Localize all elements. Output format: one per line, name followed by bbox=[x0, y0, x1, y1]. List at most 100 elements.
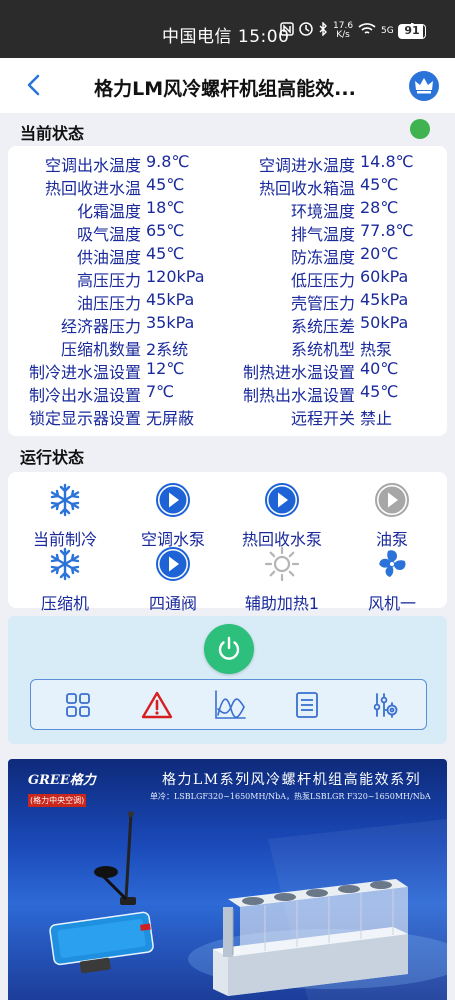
status-label: 系统机型 bbox=[290, 340, 355, 359]
page-title: 格力LM风冷螺杆机组高能效... bbox=[94, 78, 356, 100]
bluetooth-icon bbox=[318, 21, 328, 40]
status-value: 20℃ bbox=[360, 244, 399, 263]
status-label: 经济器压力 bbox=[60, 317, 141, 336]
alert-icon[interactable] bbox=[141, 690, 173, 720]
fan-icon bbox=[379, 550, 406, 577]
crown-icon bbox=[415, 78, 433, 94]
status-label: 壳管压力 bbox=[290, 294, 355, 313]
status-label: 制冷出水温设置 bbox=[28, 386, 141, 405]
status-value: 28℃ bbox=[360, 198, 399, 217]
status-row: 制冷进水温设置 12℃ 制热进水温设置 40℃ bbox=[8, 359, 447, 382]
status-value: 2系统 bbox=[146, 340, 189, 359]
current-status-title: 当前状态 bbox=[20, 124, 85, 143]
status-label: 高压压力 bbox=[76, 271, 141, 290]
function-toolbar bbox=[30, 679, 427, 730]
status-label: 制冷进水温设置 bbox=[28, 363, 141, 382]
status-label: 制热出水温设置 bbox=[242, 386, 355, 405]
status-label: 热回收水箱温 bbox=[258, 179, 355, 198]
status-value: 9.8℃ bbox=[146, 152, 190, 171]
status-label: 供油温度 bbox=[76, 248, 141, 267]
carrier-time: 中国电信 15:00 bbox=[162, 27, 290, 47]
status-label: 环境温度 bbox=[290, 202, 355, 221]
status-row: 热回收进水温 45℃ 热回收水箱温 45℃ bbox=[8, 175, 447, 198]
status-label: 排气温度 bbox=[290, 225, 355, 244]
current-status-card: 空调出水温度 9.8℃ 空调进水温度 14.8℃ 热回收进水温 45℃ 热回收水… bbox=[8, 146, 447, 436]
snowflake-icon bbox=[50, 547, 80, 581]
status-label: 压缩机数量 bbox=[60, 340, 141, 359]
status-value: 12℃ bbox=[146, 359, 185, 378]
nfc-icon bbox=[280, 22, 294, 40]
status-value: 120kPa bbox=[146, 267, 205, 286]
control-panel bbox=[8, 616, 447, 744]
status-row: 油压压力 45kPa 壳管压力 45kPa bbox=[8, 290, 447, 313]
status-value: 45kPa bbox=[360, 290, 409, 309]
status-row: 经济器压力 35kPa 系统压差 50kPa bbox=[8, 313, 447, 336]
dnd-icon bbox=[299, 22, 313, 40]
status-value: 无屏蔽 bbox=[146, 409, 195, 428]
status-label: 防冻温度 bbox=[290, 248, 355, 267]
play-circle-icon bbox=[375, 483, 409, 517]
play-circle-icon bbox=[156, 483, 190, 517]
status-label: 锁定显示器设置 bbox=[28, 409, 141, 428]
status-value: 45℃ bbox=[146, 244, 185, 263]
status-row: 压缩机数量 2系统 系统机型 热泵 bbox=[8, 336, 447, 359]
status-label: 化霜温度 bbox=[76, 202, 141, 221]
chart-icon[interactable] bbox=[213, 689, 247, 721]
run-item-oil-pump[interactable]: 油泵 bbox=[337, 482, 447, 550]
status-bar: 中国电信 15:00 17.6 K/s 5G 91 bbox=[0, 0, 455, 58]
status-value: 热泵 bbox=[360, 340, 393, 359]
run-item-label: 压缩机 bbox=[40, 594, 89, 613]
run-item-cooling[interactable]: 当前制冷 bbox=[10, 482, 120, 550]
banner-product-image bbox=[49, 811, 447, 1000]
status-label: 空调进水温度 bbox=[258, 156, 355, 175]
status-value: 65℃ bbox=[146, 221, 185, 240]
status-label: 系统压差 bbox=[290, 317, 355, 336]
app-header: 格力LM风冷螺杆机组高能效... bbox=[0, 58, 455, 113]
run-item-label: 辅助加热1 bbox=[244, 594, 320, 613]
run-item-four-way-valve[interactable]: 四通阀 bbox=[118, 546, 228, 614]
run-item-aux-heat[interactable]: 辅助加热1 bbox=[227, 546, 337, 614]
settings-sliders-icon[interactable] bbox=[371, 691, 399, 719]
status-label: 热回收进水温 bbox=[44, 179, 141, 198]
status-value: 18℃ bbox=[146, 198, 185, 217]
status-label: 远程开关 bbox=[290, 409, 355, 428]
power-icon bbox=[218, 636, 240, 660]
network-type: 5G bbox=[381, 25, 394, 36]
status-icons: 17.6 K/s 5G bbox=[280, 21, 415, 40]
status-value: 35kPa bbox=[146, 313, 195, 332]
status-value: 7℃ bbox=[146, 382, 175, 401]
grid-icon[interactable] bbox=[64, 691, 92, 719]
status-value: 50kPa bbox=[360, 313, 409, 332]
run-item-label: 四通阀 bbox=[148, 594, 197, 613]
status-value: 禁止 bbox=[360, 409, 393, 428]
battery-indicator: 91 bbox=[398, 24, 426, 39]
status-value: 45℃ bbox=[360, 175, 399, 194]
power-button[interactable] bbox=[204, 624, 254, 674]
run-item-fan[interactable]: 风机一 bbox=[337, 546, 447, 614]
status-label: 低压压力 bbox=[290, 271, 355, 290]
wifi-icon bbox=[358, 22, 376, 40]
status-row: 制冷出水温设置 7℃ 制热出水温设置 45℃ bbox=[8, 382, 447, 405]
back-arrow-icon[interactable] bbox=[22, 73, 46, 97]
run-item-compressor[interactable]: 压缩机 bbox=[10, 546, 120, 614]
status-value: 40℃ bbox=[360, 359, 399, 378]
status-row: 化霜温度 18℃ 环境温度 28℃ bbox=[8, 198, 447, 221]
list-icon[interactable] bbox=[293, 691, 321, 719]
run-item-ac-pump[interactable]: 空调水泵 bbox=[118, 482, 228, 550]
status-value: 60kPa bbox=[360, 267, 409, 286]
crown-button[interactable] bbox=[409, 71, 439, 101]
status-row: 锁定显示器设置 无屏蔽 远程开关 禁止 bbox=[8, 405, 447, 428]
status-indicator bbox=[410, 119, 430, 139]
status-value: 45℃ bbox=[360, 382, 399, 401]
status-value: 14.8℃ bbox=[360, 152, 414, 171]
status-row: 吸气温度 65℃ 排气温度 77.8℃ bbox=[8, 221, 447, 244]
status-value: 45kPa bbox=[146, 290, 195, 309]
status-row: 高压压力 120kPa 低压压力 60kPa bbox=[8, 267, 447, 290]
run-item-heat-recovery-pump[interactable]: 热回收水泵 bbox=[227, 482, 337, 550]
play-circle-icon bbox=[265, 483, 299, 517]
status-label: 吸气温度 bbox=[76, 225, 141, 244]
status-label: 制热进水温设置 bbox=[242, 363, 355, 382]
run-item-label: 风机一 bbox=[367, 594, 416, 613]
product-banner[interactable]: GREE格力 (格力中央空调) 格力LM系列风冷螺杆机组高能效系列 单冷：LSB… bbox=[8, 759, 447, 1000]
network-speed: 17.6 K/s bbox=[333, 21, 354, 40]
